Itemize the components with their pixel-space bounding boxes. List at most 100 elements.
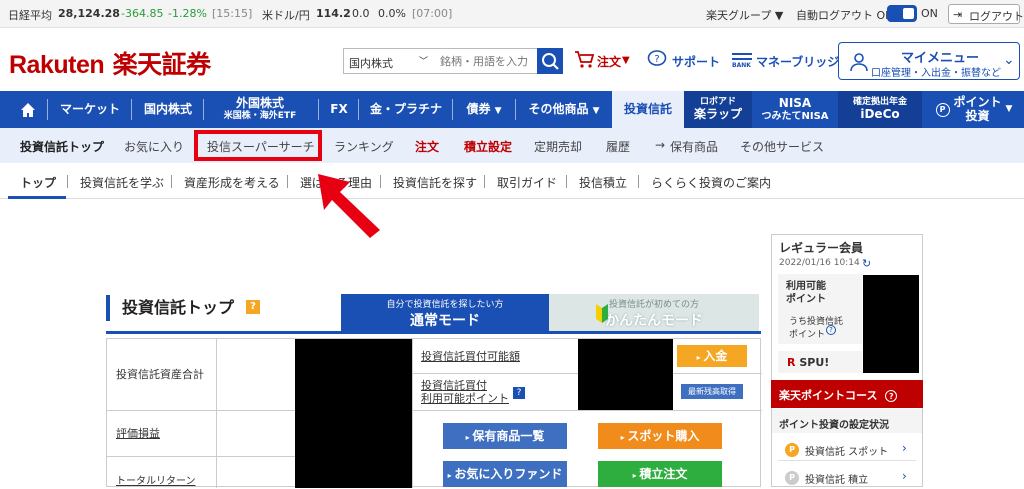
spot-setting-label: 投資信託 スポット — [805, 447, 889, 458]
buy-points-link-line2[interactable]: 利用可能ポイント — [421, 390, 509, 406]
logo-kanji: 楽天証券 — [112, 51, 212, 79]
nav-sublabel: 米国株・海外ETF — [223, 111, 297, 122]
nikkei-time: [15:15] — [212, 7, 253, 20]
order-link[interactable] — [573, 48, 595, 74]
nav-bonds[interactable]: 債券 ▼ — [455, 91, 513, 128]
tab-asset-building[interactable]: 資産形成を考える — [184, 174, 280, 191]
help-icon[interactable]: ? — [826, 325, 836, 335]
tab-find-funds[interactable]: 投資信託を探す — [393, 174, 477, 191]
tsumitate-setting-row[interactable]: P 投資信託 積立 › — [778, 467, 916, 487]
nav-foreign-stocks[interactable]: 外国株式 米国株・海外ETF — [206, 91, 314, 128]
refresh-icon[interactable]: ↻ — [862, 257, 871, 270]
spot-purchase-button[interactable]: ▸ スポット購入 — [598, 423, 722, 449]
easy-mode-tab[interactable]: 投資信託が初めての方 かんたんモード — [549, 294, 759, 332]
chevron-down-icon: ﹀ — [418, 57, 428, 67]
subnav-favorites[interactable]: お気に入り — [124, 138, 184, 155]
usdjpy-value: 114.2 — [316, 7, 351, 20]
nav-nisa[interactable]: NISA つみたてNISA — [752, 91, 838, 128]
redacted-value — [863, 275, 919, 373]
profit-loss-link[interactable]: 評価損益 — [116, 425, 160, 441]
spu-link[interactable]: R SPU! — [787, 356, 829, 369]
nav-gold-platinum[interactable]: 金・プラチナ — [361, 91, 451, 128]
nav-fx[interactable]: FX — [321, 91, 357, 128]
search-category-value: 国内株式 — [349, 57, 393, 70]
holdings-list-button[interactable]: ▸ 保有商品一覧 — [443, 423, 567, 449]
deposit-button[interactable]: ▸ 入金 — [677, 345, 747, 367]
money-bridge-link[interactable]: マネーブリッジ — [756, 53, 839, 70]
subnav-tsumitate-settings[interactable]: 積立設定 — [464, 138, 512, 155]
nav-label: ポイント — [953, 94, 1002, 109]
search-button[interactable] — [537, 48, 563, 74]
nav-other-products[interactable]: その他商品 ▼ — [518, 91, 610, 128]
favorite-funds-button[interactable]: ▸ お気に入りファンド — [443, 461, 567, 487]
point-course-banner[interactable]: 楽天ポイントコース ? — [771, 380, 923, 408]
tab-easy-investment[interactable]: らくらく投資のご案内 — [651, 174, 771, 191]
auto-logout-toggle[interactable] — [887, 5, 917, 22]
subnav-periodic-sale[interactable]: 定期売却 — [534, 138, 582, 155]
spot-setting-row[interactable]: P 投資信託 スポット › — [778, 439, 916, 461]
subnav-order[interactable]: 注文 — [415, 138, 439, 155]
section-navigation: トップ 投資信託を学ぶ 資産形成を考える 選ばれる理由 投資信託を探す 取引ガイ… — [0, 163, 1024, 199]
nav-domestic-stocks[interactable]: 国内株式 — [134, 91, 202, 128]
subnav-other-services[interactable]: その他サービス — [740, 138, 824, 155]
member-rank: レギュラー会員 — [779, 241, 864, 255]
order-label[interactable]: 注文 — [597, 53, 621, 70]
chevron-down-icon: ⌄ — [1003, 52, 1015, 68]
nav-market[interactable]: マーケット — [50, 91, 130, 128]
tab-tsumitate[interactable]: 投信積立 — [579, 174, 627, 191]
point-coin-icon: P — [935, 102, 950, 117]
nav-label: その他商品 — [528, 101, 589, 116]
logout-label: ログアウト — [969, 10, 1024, 23]
subnav-holdings[interactable]: 保有商品 — [670, 138, 718, 155]
search-input[interactable] — [434, 48, 538, 74]
nav-investment-trusts[interactable]: 投資信託 — [612, 91, 684, 128]
bank-icon: BANK — [732, 50, 752, 72]
nav-sublabel: 楽ラップ — [693, 106, 742, 121]
nav-home[interactable] — [10, 91, 46, 128]
nav-label: 外国株式 — [235, 96, 284, 111]
subnav-trust-top[interactable]: 投資信託トップ — [20, 138, 104, 155]
help-icon[interactable]: ? — [246, 300, 260, 314]
nav-ideco[interactable]: 確定拠出年金 iDeCo — [838, 91, 922, 128]
spot-label: スポット購入 — [627, 429, 700, 443]
help-icon[interactable]: ? — [513, 387, 525, 399]
tsumitate-order-button[interactable]: ▸ 積立注文 — [598, 461, 722, 487]
subnav-ranking[interactable]: ランキング — [334, 138, 394, 155]
rakuten-group-menu[interactable]: 楽天グループ ▼ — [706, 7, 783, 23]
order-dropdown-icon[interactable]: ▼ — [622, 55, 630, 66]
tab-trading-guide[interactable]: 取引ガイド — [497, 174, 557, 191]
nav-point-investment[interactable]: P ポイント 投資 ▼ — [924, 91, 1024, 128]
support-link[interactable]: サポート — [672, 53, 720, 70]
rakuten-securities-logo[interactable]: Rakuten 楽天証券 — [9, 45, 211, 81]
logout-icon: ⇥ — [953, 8, 963, 21]
active-tab-indicator — [8, 196, 66, 199]
support-link-icon[interactable]: ? — [646, 48, 668, 74]
normal-mode-tab[interactable]: 自分で投資信託を探したい方 通常モード — [341, 294, 549, 332]
logout-button[interactable]: ⇥ ログアウト — [948, 4, 1024, 24]
my-menu-button[interactable]: マイメニュー 口座管理・入出金・振替など ⌄ — [838, 42, 1020, 80]
subnav-history[interactable]: 履歴 — [606, 138, 630, 155]
refresh-balance-button[interactable]: 最新残高取得 — [681, 384, 743, 399]
auto-logout-state: ON — [921, 7, 938, 20]
search-icon — [542, 53, 559, 70]
points-label-line2: ポイント — [786, 294, 826, 305]
bank-icon-label: BANK — [732, 62, 751, 69]
chevron-down-icon: ▼ — [1005, 104, 1013, 115]
red-arrow-annotation — [318, 174, 380, 238]
main-navigation: マーケット 国内株式 外国株式 米国株・海外ETF FX 金・プラチナ 債券 ▼… — [0, 91, 1024, 128]
tab-learn[interactable]: 投資信託を学ぶ — [80, 174, 164, 191]
nav-robo-advisor[interactable]: ロボアド 楽ラップ — [684, 91, 752, 128]
tsumitate-setting-label: 投資信託 積立 — [805, 475, 869, 486]
nav-label: 金・プラチナ — [369, 101, 442, 116]
spu-logo-icon: R — [787, 356, 796, 369]
highlight-box — [194, 130, 322, 161]
tab-top[interactable]: トップ — [20, 174, 56, 191]
help-icon: ? — [885, 390, 898, 402]
chevron-down-icon: ▼ — [494, 105, 502, 116]
search-category-select[interactable]: 国内株式 ﹀ — [343, 48, 435, 74]
chevron-right-icon: › — [902, 469, 907, 483]
holdings-label: 保有商品一覧 — [472, 429, 545, 443]
total-return-link[interactable]: トータルリターン — [116, 472, 196, 487]
nikkei-change: -364.85 — [121, 7, 164, 20]
buy-capacity-link[interactable]: 投資信託買付可能額 — [421, 348, 520, 364]
